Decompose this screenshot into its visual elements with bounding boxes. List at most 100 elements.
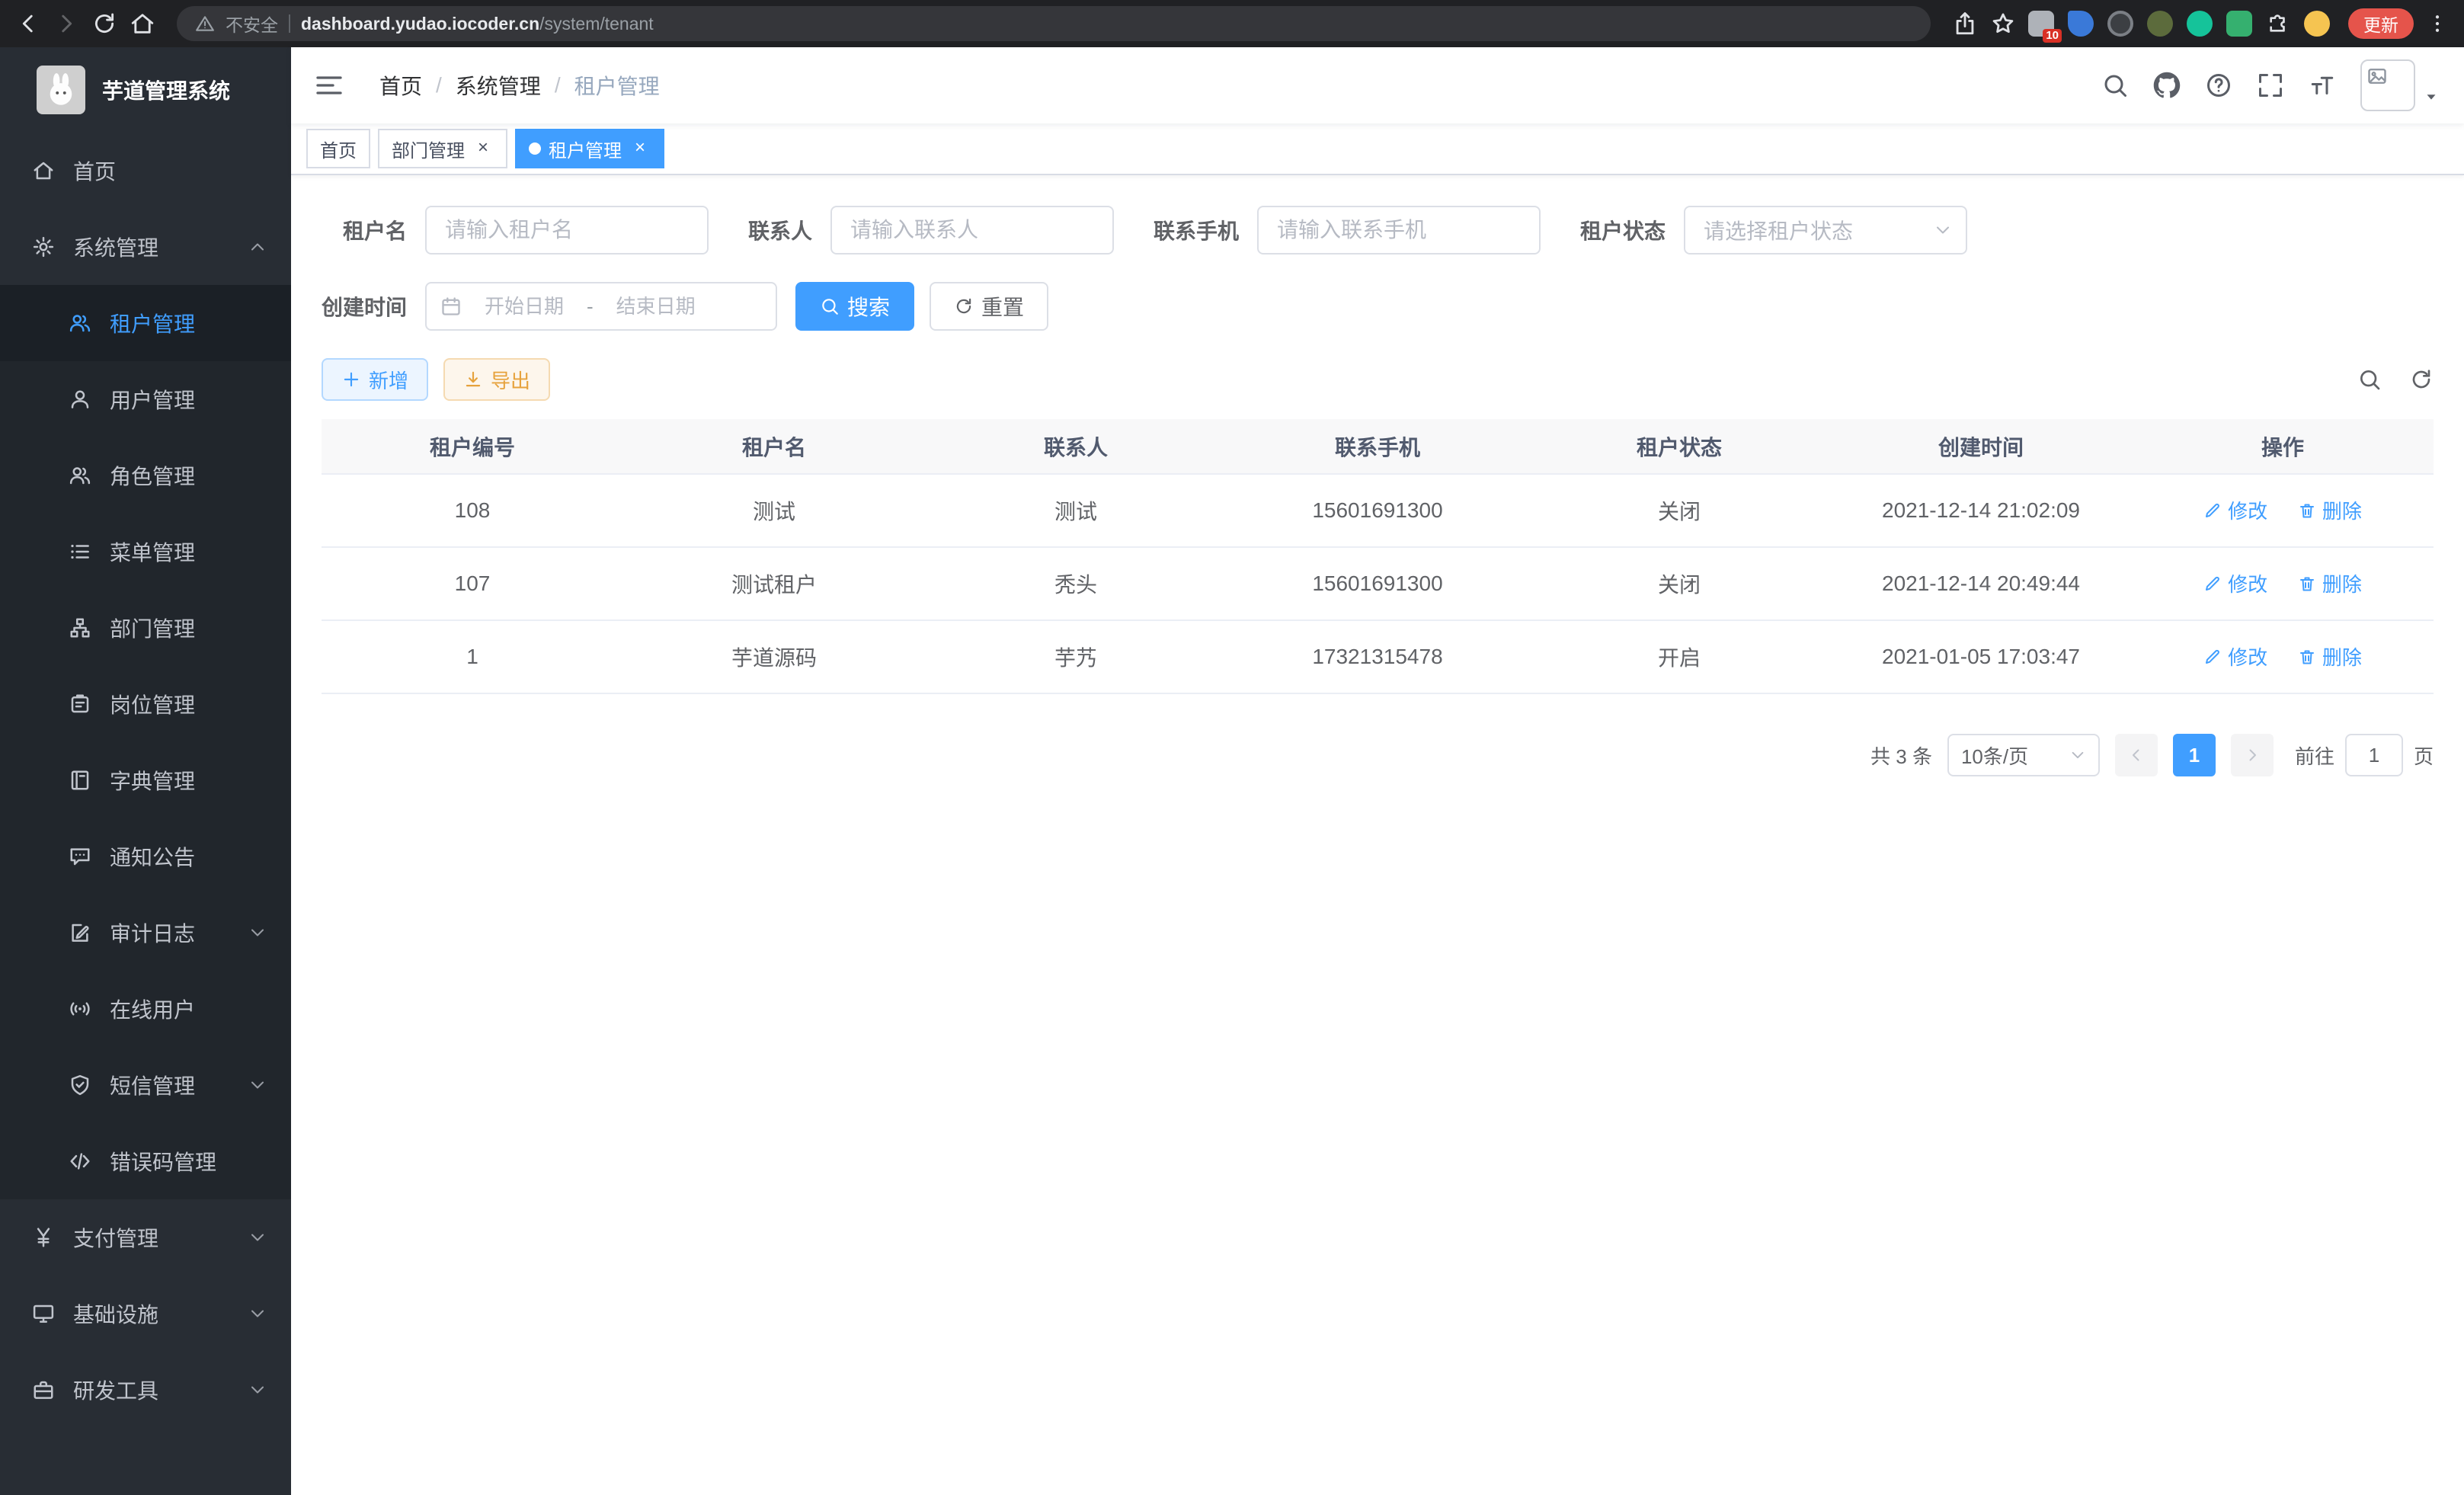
app-logo[interactable]: 芋道管理系统 <box>0 47 291 133</box>
reset-button[interactable]: 重置 <box>930 282 1048 331</box>
goto-page-input[interactable] <box>2345 734 2403 776</box>
sidebar-item-audit-log[interactable]: 审计日志 <box>0 895 291 971</box>
cell-status: 关闭 <box>1528 547 1830 620</box>
status-select[interactable]: 请选择租户状态 <box>1684 206 1967 255</box>
delete-link[interactable]: 删除 <box>2298 642 2362 671</box>
extension-icon-7[interactable] <box>2304 11 2330 37</box>
col-tenant-id: 租户编号 <box>322 419 623 474</box>
help-icon[interactable] <box>2205 72 2232 99</box>
fullscreen-icon[interactable] <box>2257 72 2284 99</box>
sidebar-item-user[interactable]: 用户管理 <box>0 361 291 437</box>
sidebar-item-system[interactable]: 系统管理 <box>0 209 291 285</box>
extensions-puzzle-icon[interactable] <box>2266 11 2290 36</box>
github-icon[interactable] <box>2153 72 2181 99</box>
sidebar-item-role[interactable]: 角色管理 <box>0 437 291 514</box>
sidebar-item-error-code[interactable]: 错误码管理 <box>0 1123 291 1199</box>
extension-icon-4[interactable] <box>2147 11 2173 37</box>
user-avatar[interactable] <box>2360 59 2440 111</box>
trash-icon <box>2298 575 2316 593</box>
sidebar-item-home[interactable]: 首页 <box>0 133 291 209</box>
delete-link[interactable]: 删除 <box>2298 569 2362 597</box>
tab-home[interactable]: 首页 <box>306 129 370 168</box>
sidebar-item-tenant[interactable]: 租户管理 <box>0 285 291 361</box>
sidebar-item-notice[interactable]: 通知公告 <box>0 818 291 895</box>
col-tenant-name: 租户名 <box>623 419 925 474</box>
filter-label: 租户状态 <box>1580 215 1666 245</box>
extension-icon-5[interactable] <box>2187 11 2213 37</box>
tab-close-icon[interactable]: × <box>629 138 651 159</box>
start-date-input[interactable] <box>469 295 579 319</box>
share-icon[interactable] <box>1952 11 1978 37</box>
edit-link[interactable]: 修改 <box>2203 642 2267 671</box>
breadcrumb-system[interactable]: 系统管理 <box>456 70 541 101</box>
sidebar-item-label: 审计日志 <box>110 917 195 948</box>
refresh-table-icon[interactable] <box>2409 367 2434 392</box>
export-button[interactable]: 导出 <box>443 358 550 401</box>
edit-link[interactable]: 修改 <box>2203 569 2267 597</box>
browser-forward-icon[interactable] <box>53 11 79 37</box>
export-button-label: 导出 <box>491 366 530 394</box>
extension-icon-1[interactable]: 10 <box>2028 11 2054 37</box>
edit-doc-icon <box>69 921 91 944</box>
sidebar-item-infrastructure[interactable]: 基础设施 <box>0 1276 291 1352</box>
sidebar-item-label: 租户管理 <box>110 308 195 338</box>
table-row: 1 芋道源码 芋艿 17321315478 开启 2021-01-05 17:0… <box>322 620 2434 693</box>
browser-chrome: 不安全 dashboard.yudao.iocoder.cn/system/te… <box>0 0 2464 47</box>
cell-tenant-id: 108 <box>322 474 623 547</box>
date-range-picker[interactable]: - <box>425 282 777 331</box>
sidebar-item-dev-tools[interactable]: 研发工具 <box>0 1352 291 1428</box>
mobile-input[interactable] <box>1257 206 1541 255</box>
sidebar-item-post[interactable]: 岗位管理 <box>0 666 291 742</box>
end-date-input[interactable] <box>601 295 711 319</box>
next-page-button[interactable] <box>2231 734 2274 776</box>
main-area: 首页 / 系统管理 / 租户管理 <box>291 47 2464 1495</box>
cell-actions: 修改 删除 <box>2132 547 2434 620</box>
table-head: 租户编号 租户名 联系人 联系手机 租户状态 创建时间 操作 <box>322 419 2434 474</box>
sidebar-toggle-icon[interactable] <box>291 47 367 123</box>
sidebar-item-label: 支付管理 <box>73 1222 158 1253</box>
sidebar-item-dept[interactable]: 部门管理 <box>0 590 291 666</box>
chevron-up-icon <box>248 238 267 256</box>
font-size-icon[interactable] <box>2309 72 2336 99</box>
browser-menu-icon[interactable] <box>2426 12 2449 35</box>
extension-icon-3[interactable] <box>2107 11 2133 37</box>
extension-tray: 10 <box>2028 11 2330 37</box>
sidebar-item-menu[interactable]: 菜单管理 <box>0 514 291 590</box>
org-tree-icon <box>69 616 91 639</box>
search-button[interactable]: 搜索 <box>795 282 914 331</box>
browser-home-icon[interactable] <box>130 11 155 37</box>
tenant-name-input[interactable] <box>425 206 709 255</box>
sidebar-item-online-user[interactable]: 在线用户 <box>0 971 291 1047</box>
breadcrumb-home[interactable]: 首页 <box>379 70 422 101</box>
tab-dept[interactable]: 部门管理 × <box>378 129 507 168</box>
bookmark-star-icon[interactable] <box>1990 11 2016 37</box>
prev-page-button[interactable] <box>2115 734 2158 776</box>
sidebar-item-sms[interactable]: 短信管理 <box>0 1047 291 1123</box>
address-bar[interactable]: 不安全 dashboard.yudao.iocoder.cn/system/te… <box>177 6 1931 41</box>
browser-update-button[interactable]: 更新 <box>2348 8 2414 39</box>
col-mobile: 联系手机 <box>1227 419 1528 474</box>
logo-avatar <box>37 66 85 114</box>
page-size-select[interactable]: 10条/页 <box>1947 734 2100 776</box>
browser-reload-icon[interactable] <box>91 11 117 37</box>
sidebar-item-dict[interactable]: 字典管理 <box>0 742 291 818</box>
pagination-goto: 前往 页 <box>2295 734 2434 776</box>
extension-icon-2[interactable] <box>2068 11 2094 37</box>
not-secure-icon <box>195 14 215 34</box>
cell-tenant-name: 测试 <box>623 474 925 547</box>
tab-close-icon[interactable]: × <box>472 138 494 159</box>
delete-link[interactable]: 删除 <box>2298 496 2362 524</box>
toggle-search-icon[interactable] <box>2357 367 2382 392</box>
sidebar-item-payment[interactable]: 支付管理 <box>0 1199 291 1276</box>
tab-tenant[interactable]: 租户管理 × <box>515 129 664 168</box>
page-number-button[interactable]: 1 <box>2173 734 2216 776</box>
header-search-icon[interactable] <box>2101 72 2129 99</box>
edit-link[interactable]: 修改 <box>2203 496 2267 524</box>
cell-created: 2021-12-14 21:02:09 <box>1830 474 2132 547</box>
chevron-right-icon <box>2243 746 2261 764</box>
browser-back-icon[interactable] <box>15 11 41 37</box>
add-button[interactable]: 新增 <box>322 358 428 401</box>
contact-input[interactable] <box>830 206 1114 255</box>
extension-icon-6[interactable] <box>2226 11 2252 37</box>
cell-tenant-name: 测试租户 <box>623 547 925 620</box>
